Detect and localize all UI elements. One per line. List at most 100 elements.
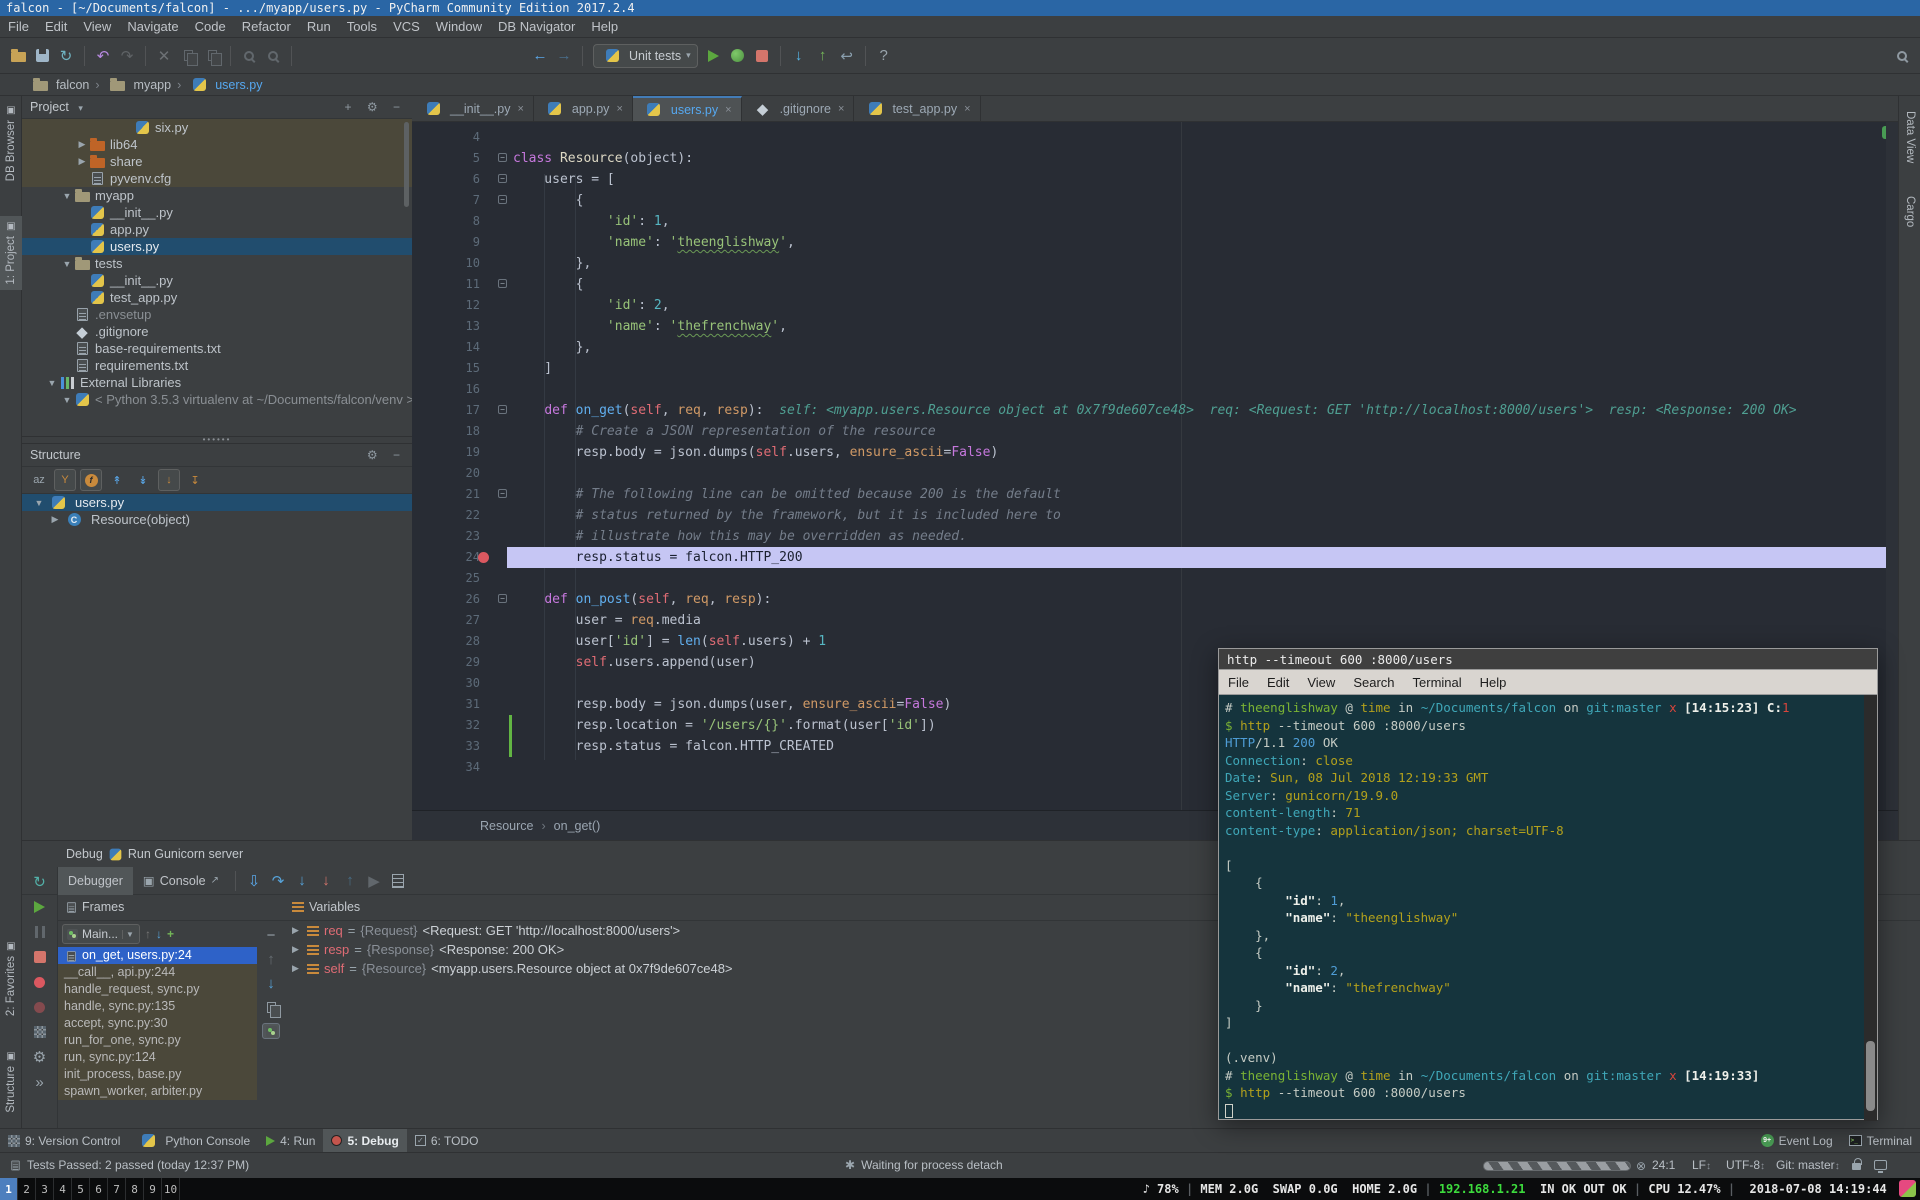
terminal-menu-terminal[interactable]: Terminal [1404, 675, 1471, 690]
down-stack-icon[interactable]: ↓ [262, 975, 280, 991]
breadcrumb-item-falcon[interactable]: falcon [28, 73, 89, 97]
tree-item-tests[interactable]: ▼tests [22, 255, 412, 272]
python-file-icon[interactable] [863, 97, 887, 121]
step-out-icon[interactable]: ↑ [338, 869, 362, 893]
frame-row[interactable]: init_process, base.py [58, 1066, 257, 1083]
menu-item-dbnavigator[interactable]: DB Navigator [490, 16, 583, 38]
sidebar-tab-1-project[interactable]: ▣1: Project [0, 216, 22, 290]
tab-close-icon[interactable]: × [964, 103, 970, 115]
tree-item-pyvenv-cfg[interactable]: pyvenv.cfg [22, 170, 412, 187]
workspace-9[interactable]: 9 [144, 1178, 162, 1200]
folder-icon[interactable] [74, 256, 90, 272]
python-icon[interactable] [600, 44, 624, 68]
editor-scrollbar[interactable] [1886, 122, 1898, 810]
tree-item-base-requirements-txt[interactable]: base-requirements.txt [22, 340, 412, 357]
tree-item-share[interactable]: ▶share [22, 153, 412, 170]
tree-expanded-icon[interactable]: ▼ [45, 378, 59, 388]
back-icon[interactable]: ← [528, 44, 552, 68]
tool-button-python-console[interactable]: Python Console [128, 1129, 258, 1153]
collapse-all-icon[interactable]: ↡ [132, 469, 154, 491]
menu-item-view[interactable]: View [75, 16, 119, 38]
git-file-icon[interactable]: ◆ [74, 324, 90, 340]
menu-item-run[interactable]: Run [299, 16, 339, 38]
stop-icon[interactable] [30, 948, 50, 966]
frame-row[interactable]: __call__, api.py:244 [58, 964, 257, 981]
frame-file-icon[interactable] [65, 950, 76, 961]
tool-button-6-todo[interactable]: ✓6: TODO [407, 1129, 487, 1153]
show-inherited-icon[interactable]: Y [54, 469, 76, 491]
run-icon[interactable] [702, 44, 726, 68]
tree-item-users-py[interactable]: users.py [22, 238, 412, 255]
folder-lib-icon[interactable] [89, 137, 105, 153]
terminal-scrollbar-thumb[interactable] [1866, 1041, 1875, 1111]
project-scrollbar[interactable] [404, 122, 409, 207]
tree-collapsed-icon[interactable]: ▶ [75, 156, 89, 167]
python-file-icon[interactable] [642, 98, 666, 122]
test-status[interactable]: Tests Passed: 2 passed (today 12:37 PM) [10, 1158, 249, 1172]
terminal-window[interactable]: http --timeout 600 :8000/users FileEditV… [1218, 648, 1878, 1120]
terminal-title-bar[interactable]: http --timeout 600 :8000/users [1219, 649, 1877, 670]
workspace-5[interactable]: 5 [72, 1178, 90, 1200]
editor-tab-__init__-py[interactable]: __init__.py× [412, 96, 534, 121]
file-icon[interactable] [89, 171, 105, 187]
terminal-menu-edit[interactable]: Edit [1258, 675, 1298, 690]
undo-icon[interactable]: ↶ [91, 44, 115, 68]
project-panel-header[interactable]: Project ▾ + ⚙ − [22, 96, 412, 119]
tray-pycharm-icon[interactable] [1899, 1180, 1916, 1197]
python-file-icon[interactable] [89, 222, 105, 238]
rerun-icon[interactable]: ↻ [30, 873, 50, 891]
frame-down-icon[interactable]: ↓ [156, 927, 162, 941]
python-icon[interactable] [74, 392, 90, 408]
tree-item-__init__-py[interactable]: __init__.py [22, 204, 412, 221]
editor-tab--gitignore[interactable]: ◆.gitignore× [742, 96, 855, 121]
tool-button-4-run[interactable]: 4: Run [258, 1129, 323, 1153]
sidebar-tab-2-favorites[interactable]: ▣2: Favorites [0, 936, 22, 1021]
frame-up-icon[interactable]: ↑ [145, 927, 151, 941]
terminal-menu-file[interactable]: File [1219, 675, 1258, 690]
tree-item-app-py[interactable]: app.py [22, 221, 412, 238]
debug-tab-console[interactable]: ▣Console↗ [133, 867, 229, 895]
variable-row-req[interactable]: ▶req = {Request} <Request: GET 'http://l… [286, 921, 1236, 940]
tree-item-requirements-txt[interactable]: requirements.txt [22, 357, 412, 374]
pause-icon[interactable] [30, 923, 50, 941]
step-over-icon[interactable]: ↷ [266, 869, 290, 893]
python-file-icon[interactable] [89, 290, 105, 306]
frame-row[interactable]: spawn_worker, arbiter.py [58, 1083, 257, 1100]
menu-item-code[interactable]: Code [187, 16, 234, 38]
workspace-7[interactable]: 7 [108, 1178, 126, 1200]
menu-item-tools[interactable]: Tools [339, 16, 385, 38]
frame-row[interactable]: on_get, users.py:24 [58, 947, 257, 964]
sidebar-tab-db-browser[interactable]: ▣DB Browser [0, 100, 22, 186]
tree-item-__init__-py[interactable]: __init__.py [22, 272, 412, 289]
tree-expanded-icon[interactable]: ▼ [60, 259, 74, 269]
git-branch[interactable]: Git: master↕ [1776, 1158, 1840, 1172]
hide-frames-icon[interactable]: − [262, 927, 280, 943]
structure-panel-header[interactable]: Structure ⚙ − [22, 444, 412, 467]
redo-icon[interactable]: ↷ [115, 44, 139, 68]
line-separator[interactable]: LF↕ [1692, 1158, 1711, 1172]
frame-row[interactable]: run, sync.py:124 [58, 1049, 257, 1066]
threads-view-icon[interactable] [262, 1023, 280, 1039]
git-file-icon[interactable]: ◆ [751, 97, 775, 121]
tree-item-lib64[interactable]: ▶lib64 [22, 136, 412, 153]
breadcrumb-method[interactable]: on_get() [554, 819, 601, 833]
add-filter-icon[interactable]: + [167, 927, 174, 941]
tree-collapsed-icon[interactable]: ▶ [75, 139, 89, 150]
terminal-menu-search[interactable]: Search [1344, 675, 1403, 690]
tree-expanded-icon[interactable]: ▼ [60, 191, 74, 201]
copy-icon[interactable] [176, 44, 200, 68]
run-config-combo[interactable]: Unit tests▾ [593, 44, 698, 68]
settings-icon[interactable]: ⚙ [30, 1048, 50, 1066]
tree-expanded-icon[interactable]: ▼ [32, 498, 46, 508]
highlighting-level-icon[interactable] [1874, 1160, 1887, 1170]
python-file-icon[interactable] [421, 97, 445, 121]
folder-lib-icon[interactable] [89, 154, 105, 170]
tool-button-event-log[interactable]: 9+Event Log [1753, 1129, 1841, 1153]
python-icon[interactable] [136, 1129, 160, 1153]
folder-icon[interactable] [106, 73, 130, 97]
workspace-4[interactable]: 4 [54, 1178, 72, 1200]
cancel-task-icon[interactable]: ⊗ [1636, 1159, 1646, 1173]
step-into-icon[interactable]: ↓ [290, 869, 314, 893]
search-everywhere-icon[interactable] [1890, 44, 1914, 68]
menu-item-edit[interactable]: Edit [37, 16, 75, 38]
